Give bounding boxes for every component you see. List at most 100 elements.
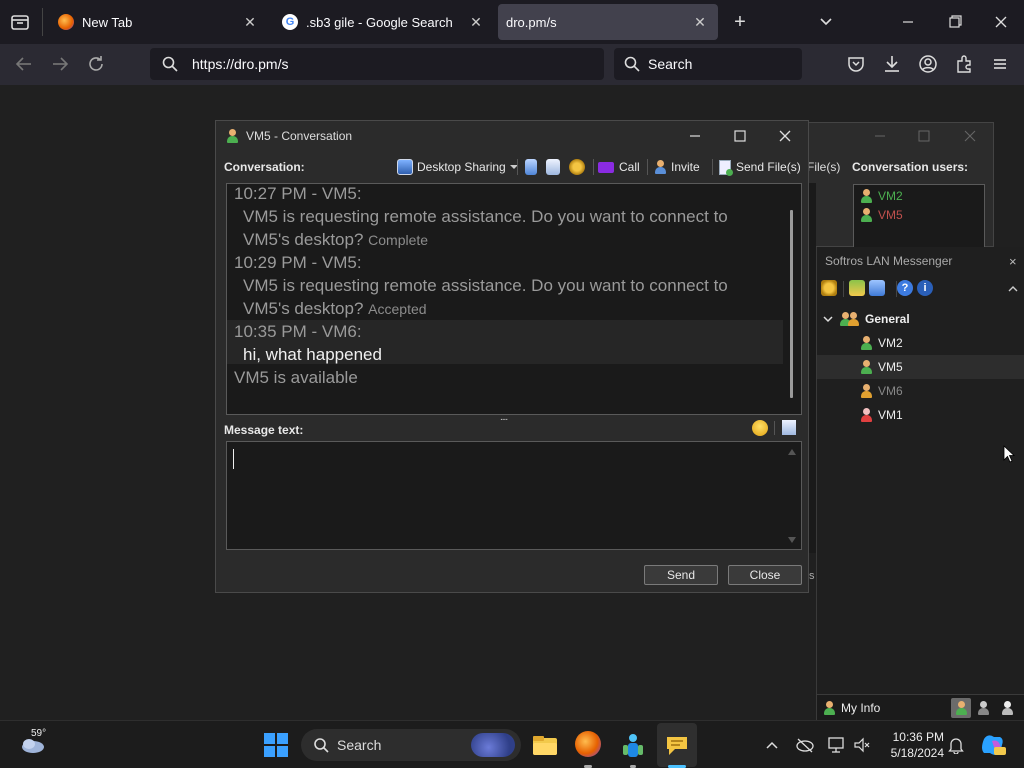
maximize-icon[interactable] xyxy=(917,129,931,143)
account-icon[interactable] xyxy=(917,53,939,75)
list-item[interactable]: VM2 xyxy=(860,189,903,203)
toolbar-divider xyxy=(774,421,775,435)
info-icon[interactable]: i xyxy=(917,280,933,296)
message-text: VM5's desktop? Complete xyxy=(243,230,429,249)
close-tab-icon[interactable]: ✕ xyxy=(692,14,708,30)
notification-bell-icon[interactable] xyxy=(948,736,964,754)
tab-title: New Tab xyxy=(82,14,133,30)
url-bar[interactable]: https://dro.pm/s xyxy=(150,48,604,80)
scroll-down-arrow-icon[interactable] xyxy=(787,536,797,544)
tab-dro-pm[interactable]: dro.pm/s ✕ xyxy=(498,4,718,40)
help-icon[interactable]: ? xyxy=(897,280,913,296)
messenger-close-icon[interactable]: × xyxy=(1009,254,1017,269)
group-general[interactable]: General xyxy=(817,307,1024,331)
away-user-icon xyxy=(860,384,872,398)
onedrive-offline-icon[interactable] xyxy=(795,736,815,754)
list-item[interactable]: VM5 xyxy=(860,208,903,222)
copilot-icon[interactable] xyxy=(980,733,1006,757)
splitter-handle[interactable]: .... xyxy=(500,412,508,423)
folder-icon[interactable] xyxy=(849,280,865,296)
expand-chevron-icon[interactable] xyxy=(823,314,833,324)
send-note-button[interactable] xyxy=(546,157,560,177)
contact-vm5[interactable]: VM5 xyxy=(817,355,1024,379)
close-icon[interactable] xyxy=(963,129,977,143)
extensions-icon[interactable] xyxy=(953,53,975,75)
search-bar[interactable]: Search xyxy=(614,48,802,80)
toolbar-divider xyxy=(647,159,648,175)
message-history-icon[interactable] xyxy=(869,280,885,296)
video-call-icon xyxy=(598,161,614,173)
message-input[interactable] xyxy=(226,441,802,550)
settings-button[interactable] xyxy=(569,157,585,177)
tab-title: dro.pm/s xyxy=(506,14,557,30)
request-status: Accepted xyxy=(368,301,427,317)
menu-hamburger-icon[interactable] xyxy=(989,53,1011,75)
minimize-icon[interactable] xyxy=(672,121,718,151)
softros-messenger-taskbar-icon[interactable] xyxy=(663,731,691,759)
desktop-sharing-button[interactable]: Desktop Sharing xyxy=(397,157,518,177)
scroll-up-arrow-icon[interactable] xyxy=(787,448,797,456)
network-app-icon[interactable] xyxy=(619,731,647,759)
close-button[interactable]: Close xyxy=(728,565,802,585)
close-browser-icon[interactable] xyxy=(989,12,1013,32)
message-text: VM5's desktop? Accepted xyxy=(243,299,427,318)
send-files-button[interactable]: Send File(s) xyxy=(719,157,801,177)
collapse-chevron-icon[interactable] xyxy=(1007,283,1019,295)
search-icon xyxy=(624,56,640,72)
file-explorer-icon[interactable] xyxy=(531,731,559,759)
start-windows-icon[interactable] xyxy=(264,733,288,757)
contact-vm2[interactable]: VM2 xyxy=(817,331,1024,355)
network-display-icon[interactable] xyxy=(827,736,845,754)
volume-muted-icon[interactable] xyxy=(853,736,871,754)
history-button[interactable] xyxy=(525,157,537,177)
request-status: Complete xyxy=(368,232,429,248)
call-button[interactable]: Call xyxy=(598,157,640,177)
toolbar-divider xyxy=(593,159,594,175)
list-tabs-chevron-icon[interactable] xyxy=(816,12,836,32)
format-text-icon[interactable] xyxy=(782,420,796,435)
contact-vm1[interactable]: VM1 xyxy=(817,403,1024,427)
conversation-label: Conversation: xyxy=(224,160,305,174)
minimize-icon[interactable] xyxy=(873,129,887,143)
tab-title: .sb3 gile - Google Search xyxy=(306,14,453,30)
my-info-bar[interactable]: My Info xyxy=(817,694,1024,720)
send-files-fragment: File(s) xyxy=(807,160,841,174)
toolbar-divider xyxy=(843,281,844,297)
emoticon-icon[interactable] xyxy=(752,420,768,436)
clock[interactable]: 10:36 PM 5/18/2024 xyxy=(880,729,944,761)
new-tab-button[interactable]: + xyxy=(730,10,750,34)
message-header: 10:29 PM - VM5: xyxy=(234,253,362,272)
settings-gear-icon[interactable] xyxy=(821,280,837,296)
softros-messenger-window: Softros LAN Messenger × ? i General VM2 … xyxy=(816,247,1024,720)
toolbar-divider xyxy=(517,159,518,175)
maximize-icon[interactable] xyxy=(717,121,763,151)
history-scrollbar[interactable] xyxy=(790,210,793,398)
close-tab-icon[interactable]: ✕ xyxy=(468,14,484,30)
reload-icon[interactable] xyxy=(85,53,107,75)
pocket-icon[interactable] xyxy=(845,53,867,75)
background-history-edge xyxy=(809,183,816,553)
tab-overview-icon[interactable] xyxy=(10,12,30,32)
tab-google-search[interactable]: G .sb3 gile - Google Search ✕ xyxy=(272,4,494,40)
contact-vm6[interactable]: VM6 xyxy=(817,379,1024,403)
status-online-button[interactable] xyxy=(951,698,971,718)
close-icon[interactable] xyxy=(762,121,808,151)
firefox-taskbar-icon[interactable] xyxy=(575,731,603,759)
message-text: VM5 is requesting remote assistance. Do … xyxy=(243,207,728,226)
close-tab-icon[interactable]: ✕ xyxy=(242,14,258,30)
back-arrow-icon[interactable] xyxy=(13,53,35,75)
minimize-browser-icon[interactable] xyxy=(896,12,920,32)
online-user-icon xyxy=(860,336,872,350)
taskbar-search-box[interactable]: Search xyxy=(301,729,521,761)
restore-browser-icon[interactable] xyxy=(943,12,967,32)
invite-button[interactable]: Invite xyxy=(654,157,700,177)
send-button[interactable]: Send xyxy=(644,565,718,585)
tab-new-tab[interactable]: New Tab ✕ xyxy=(48,4,268,40)
status-away-button[interactable] xyxy=(977,701,995,715)
windows-taskbar: 59° Search 10:36 PM 5/18/2024 xyxy=(0,720,1024,768)
show-hidden-icons-chevron-icon[interactable] xyxy=(765,738,779,752)
forward-arrow-icon[interactable] xyxy=(49,53,71,75)
conversation-history[interactable]: 10:27 PM - VM5: VM5 is requesting remote… xyxy=(226,183,802,415)
downloads-icon[interactable] xyxy=(881,53,903,75)
status-offline-button[interactable] xyxy=(1001,701,1019,715)
